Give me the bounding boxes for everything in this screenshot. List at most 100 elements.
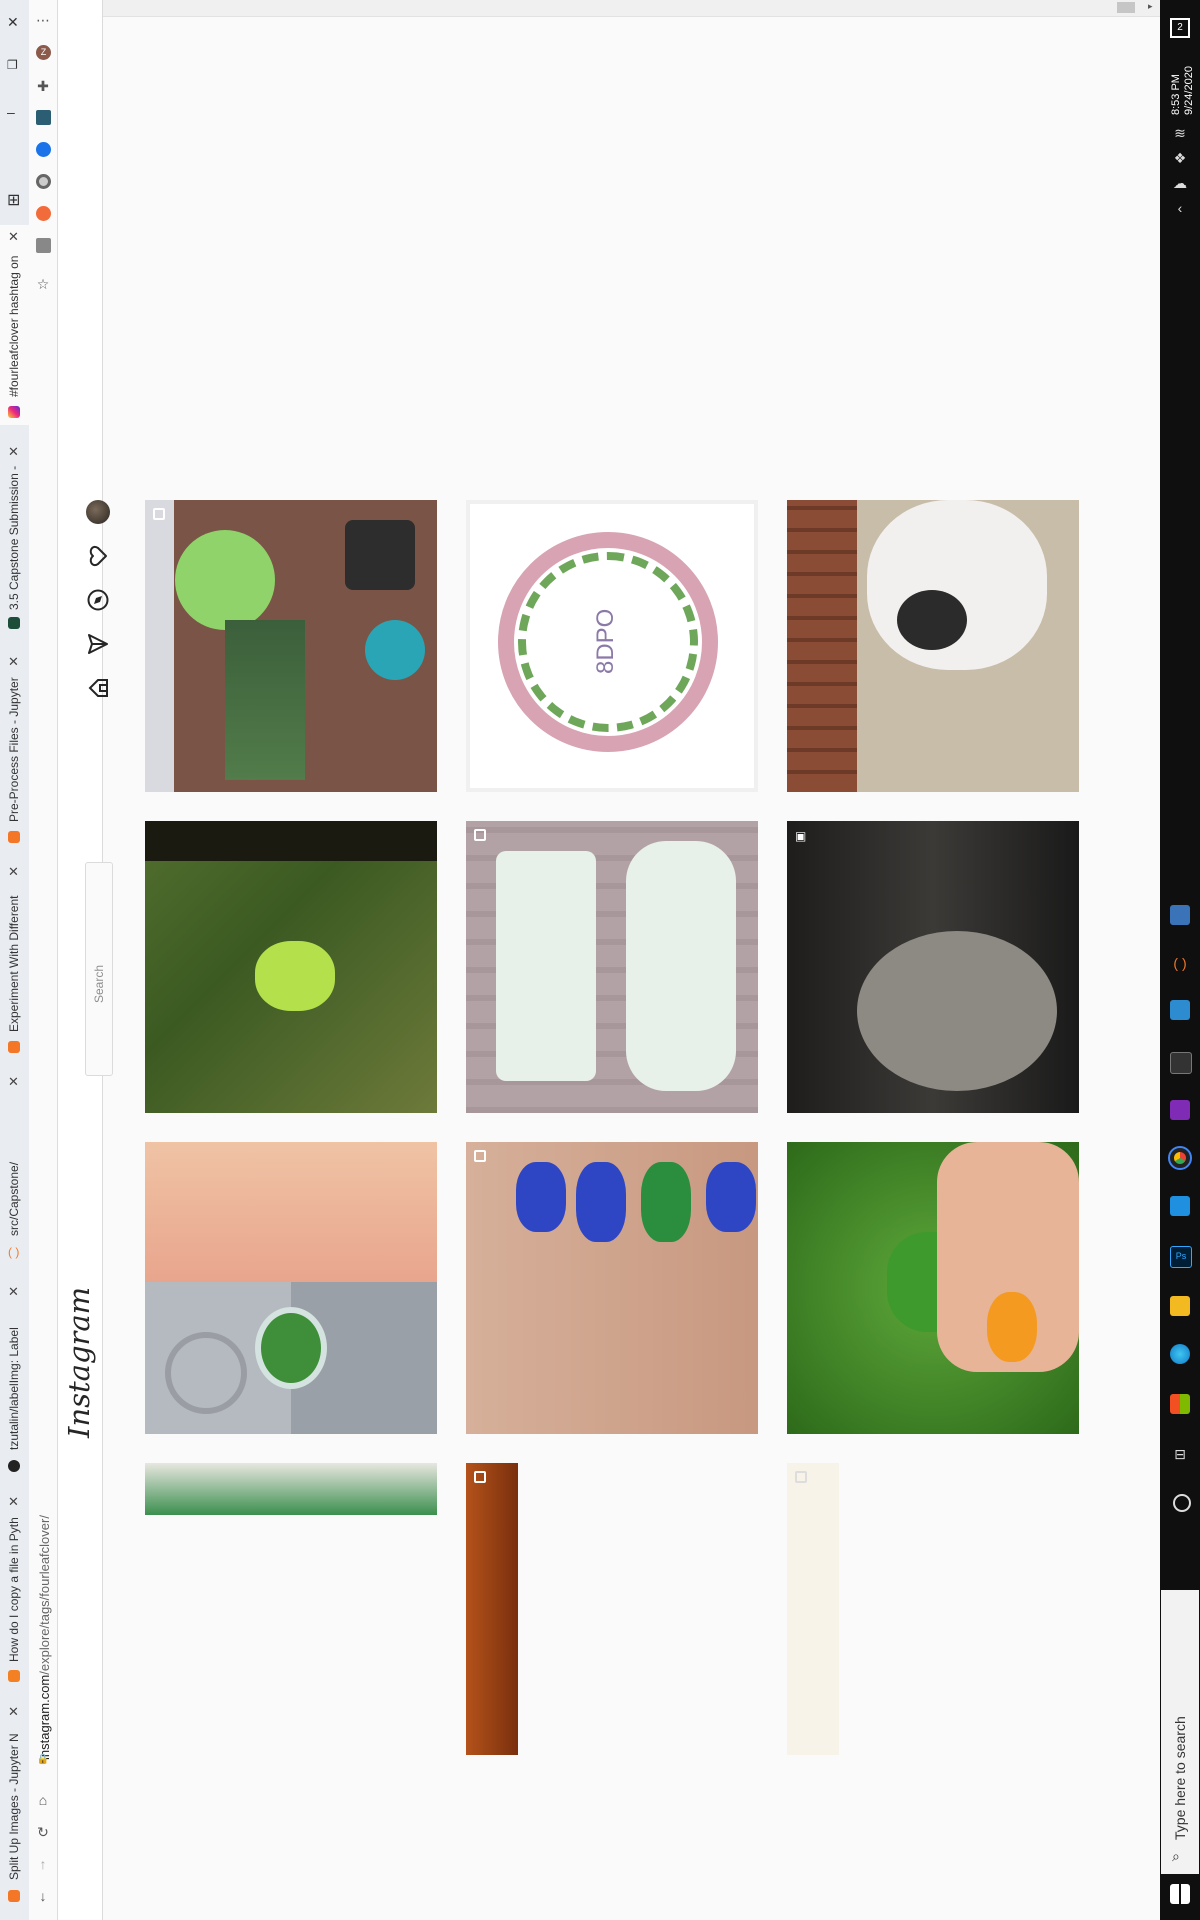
post-green-pattern[interactable] xyxy=(145,1463,437,1515)
close-tab-icon[interactable]: ✕ xyxy=(8,444,19,460)
url-domain: instagram.com xyxy=(37,1674,52,1760)
extension-3-icon[interactable] xyxy=(36,174,51,189)
close-tab-icon[interactable]: ✕ xyxy=(8,1284,19,1300)
extensions-puzzle-icon[interactable]: ✚ xyxy=(35,78,51,94)
taskbar-app-chrome-icon[interactable] xyxy=(1168,1146,1192,1170)
post-8dpo-wreath[interactable]: 8DPO xyxy=(466,500,758,792)
search-input[interactable]: Search xyxy=(85,862,113,1076)
post-text: 8DPO xyxy=(592,608,619,674)
extension-2-icon[interactable] xyxy=(36,142,51,157)
close-window-icon[interactable]: ✕ xyxy=(7,14,19,31)
taskbar-clock[interactable]: 8:53 PM 9/24/2020 xyxy=(1170,66,1196,115)
post-clover-hand[interactable] xyxy=(787,1142,1079,1434)
jupyter-favicon-icon xyxy=(8,831,20,843)
instagram-favicon-icon xyxy=(8,406,20,418)
tab-title: #fourleafclover hashtag on xyxy=(7,255,21,397)
scroll-right-icon[interactable]: ▸ xyxy=(1148,1,1153,12)
tab-experiment[interactable]: ✕ Experiment With Different xyxy=(0,860,29,1060)
post-white-flowers[interactable] xyxy=(787,1463,839,1755)
post-clover-nails[interactable] xyxy=(466,1142,758,1434)
jupyter-favicon-icon xyxy=(8,1041,20,1053)
taskbar-app-terminal-icon[interactable] xyxy=(1170,1052,1192,1074)
tab-preprocess-files[interactable]: ✕ Pre-Process Files - Jupyter xyxy=(0,650,29,850)
tab-actions-icon[interactable]: ⊞ xyxy=(7,190,20,210)
tab-split-up-images[interactable]: ✕ Split Up Images - Jupyter N xyxy=(0,1700,29,1902)
tab-title: Split Up Images - Jupyter N xyxy=(7,1733,21,1880)
post-video-machine[interactable]: ▣ xyxy=(787,821,1079,1113)
notification-count: 2 xyxy=(1177,22,1183,33)
tab-title: 3.5 Capstone Submission - xyxy=(7,465,21,610)
notification-center-icon[interactable]: 2 xyxy=(1170,18,1190,38)
multi-post-icon xyxy=(153,508,165,520)
windows-start-icon[interactable] xyxy=(1170,1884,1190,1904)
tab-title: src/Capstone/ xyxy=(7,1161,21,1236)
tab-title: Pre-Process Files - Jupyter xyxy=(7,677,21,822)
post-orange-item[interactable] xyxy=(466,1463,518,1755)
instagram-logo[interactable]: Instagram xyxy=(62,1287,96,1438)
cortana-icon[interactable] xyxy=(1173,1494,1191,1512)
close-tab-icon[interactable]: ✕ xyxy=(8,864,19,880)
taskbar-app-file-explorer-icon[interactable] xyxy=(1170,1296,1190,1316)
extension-4-icon[interactable] xyxy=(36,206,51,221)
bookmark-star-icon[interactable]: ☆ xyxy=(35,276,51,292)
browser-toolbar: ⋯ Z ✚ ☆ instagram.com/explore/tags/fourl… xyxy=(29,0,58,1920)
taskbar-app-vscode-icon[interactable] xyxy=(1170,1196,1190,1216)
tab-labelimg[interactable]: ✕ tzutalin/labelImg: Label xyxy=(0,1280,29,1480)
direct-icon[interactable] xyxy=(86,632,110,656)
post-clover-keychain[interactable] xyxy=(145,1142,437,1434)
address-bar[interactable]: instagram.com/explore/tags/fourleafclove… xyxy=(37,1515,52,1760)
task-view-icon[interactable]: ⊟ xyxy=(1170,1446,1190,1466)
post-plants-porch[interactable] xyxy=(145,500,437,792)
lock-icon: 🔒 xyxy=(36,1754,50,1765)
post-dog-carpet[interactable] xyxy=(787,500,1079,792)
tab-copy-file-python[interactable]: ✕ How do I copy a file in Pyth xyxy=(0,1490,29,1690)
reload-icon[interactable]: ↻ xyxy=(35,1824,51,1840)
close-tab-icon[interactable]: ✕ xyxy=(8,229,19,245)
close-tab-icon[interactable]: ✕ xyxy=(8,654,19,670)
home-icon[interactable]: ⌂ xyxy=(35,1792,51,1808)
post-clover-onesie[interactable] xyxy=(466,821,758,1113)
extension-5-icon[interactable] xyxy=(36,238,51,253)
tab-capstone-submission[interactable]: ✕ 3.5 Capstone Submission - xyxy=(0,440,29,640)
tab-capstone-src[interactable]: ✕ src/Capstone/ ( ) xyxy=(0,1070,29,1270)
tab-fourleafclover[interactable]: ✕ #fourleafclover hashtag on xyxy=(0,225,29,425)
close-tab-icon[interactable]: ✕ xyxy=(8,1494,19,1510)
forward-icon[interactable]: ↑ xyxy=(35,1856,51,1872)
profile-avatar-icon[interactable]: Z xyxy=(36,45,51,60)
taskbar-app-python-icon[interactable] xyxy=(1170,1000,1190,1020)
taskbar-app-calculator-icon[interactable] xyxy=(1170,905,1190,925)
close-tab-icon[interactable]: ✕ xyxy=(8,1074,19,1090)
taskbar-app-onenote-icon[interactable] xyxy=(1170,1100,1190,1120)
scrollbar-thumb[interactable] xyxy=(1117,2,1135,13)
taskbar-app-brackets-icon[interactable]: ( ) xyxy=(1170,955,1190,975)
network-icon[interactable]: ≋ xyxy=(1170,125,1190,145)
url-path: /explore/tags/fourleafclover/ xyxy=(37,1515,52,1675)
show-hidden-icons-chevron-icon[interactable]: ‹ xyxy=(1170,200,1190,220)
close-tab-icon[interactable]: ✕ xyxy=(8,1704,19,1720)
multi-post-icon xyxy=(474,829,486,841)
browser-tab-strip: ✕ ❐ – ⊞ ✕ #fourleafclover hashtag on ✕ 3… xyxy=(0,0,30,1920)
back-icon[interactable]: ↓ xyxy=(35,1888,51,1904)
taskbar-app-photoshop-icon[interactable]: Ps xyxy=(1170,1246,1192,1268)
stackoverflow-favicon-icon xyxy=(8,1670,20,1682)
profile-avatar[interactable] xyxy=(86,500,110,524)
activity-heart-icon[interactable] xyxy=(86,544,110,568)
dropbox-icon[interactable]: ❖ xyxy=(1170,150,1190,170)
menu-icon[interactable]: ⋯ xyxy=(35,12,51,28)
explore-icon[interactable] xyxy=(86,588,110,612)
taskbar-app-office-icon[interactable] xyxy=(1170,1394,1190,1414)
home-icon[interactable] xyxy=(86,676,110,700)
restore-window-icon[interactable]: ❐ xyxy=(7,58,18,72)
onedrive-cloud-icon[interactable]: ☁ xyxy=(1170,175,1190,195)
post-clover-grass[interactable] xyxy=(145,821,437,1113)
jupyter-favicon-icon xyxy=(8,1890,20,1902)
horizontal-scrollbar[interactable]: ▸ xyxy=(102,0,1160,17)
multi-post-icon xyxy=(795,1471,807,1483)
minimize-window-icon[interactable]: – xyxy=(7,104,15,120)
taskbar-app-edge-icon[interactable] xyxy=(1170,1344,1190,1364)
tab-title: tzutalin/labelImg: Label xyxy=(7,1327,21,1450)
clock-date: 9/24/2020 xyxy=(1183,66,1195,115)
extension-1-icon[interactable] xyxy=(36,110,51,125)
taskbar-search-box[interactable]: Type here to search ⌕ xyxy=(1161,1590,1199,1874)
taskbar-search-placeholder: Type here to search xyxy=(1172,1716,1188,1840)
